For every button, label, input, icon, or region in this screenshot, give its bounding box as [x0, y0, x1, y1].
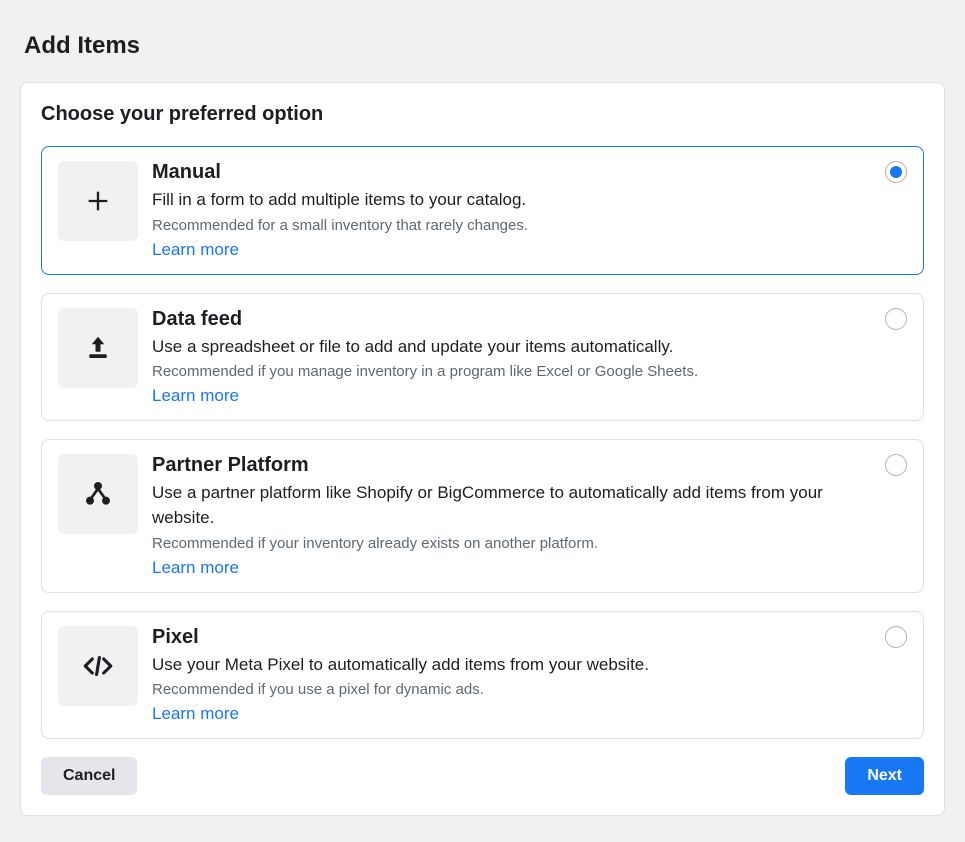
option-radio[interactable]	[885, 308, 907, 330]
option-title: Partner Platform	[152, 454, 867, 477]
option-manual[interactable]: Manual Fill in a form to add multiple it…	[41, 146, 924, 275]
options-card: Choose your preferred option Manual Fill…	[20, 82, 945, 816]
option-recommendation: Recommended for a small inventory that r…	[152, 217, 867, 234]
option-recommendation: Recommended if your inventory already ex…	[152, 535, 867, 552]
network-icon	[58, 454, 138, 534]
option-title: Data feed	[152, 308, 867, 331]
footer-actions: Cancel Next	[41, 757, 924, 795]
learn-more-link[interactable]: Learn more	[152, 386, 239, 406]
learn-more-link[interactable]: Learn more	[152, 704, 239, 724]
option-description: Use a partner platform like Shopify or B…	[152, 481, 867, 530]
page-title: Add Items	[24, 32, 945, 60]
option-content: Manual Fill in a form to add multiple it…	[152, 161, 907, 260]
option-content: Partner Platform Use a partner platform …	[152, 454, 907, 577]
option-content: Pixel Use your Meta Pixel to automatical…	[152, 626, 907, 725]
option-data-feed[interactable]: Data feed Use a spreadsheet or file to a…	[41, 293, 924, 422]
option-description: Use your Meta Pixel to automatically add…	[152, 653, 867, 678]
cancel-button[interactable]: Cancel	[41, 757, 137, 795]
option-radio[interactable]	[885, 161, 907, 183]
learn-more-link[interactable]: Learn more	[152, 240, 239, 260]
option-content: Data feed Use a spreadsheet or file to a…	[152, 308, 907, 407]
upload-icon	[58, 308, 138, 388]
option-radio[interactable]	[885, 626, 907, 648]
options-subtitle: Choose your preferred option	[41, 103, 924, 126]
option-description: Use a spreadsheet or file to add and upd…	[152, 335, 867, 360]
option-recommendation: Recommended if you manage inventory in a…	[152, 363, 867, 380]
next-button[interactable]: Next	[845, 757, 924, 795]
plus-icon	[58, 161, 138, 241]
option-recommendation: Recommended if you use a pixel for dynam…	[152, 681, 867, 698]
code-icon	[58, 626, 138, 706]
option-partner-platform[interactable]: Partner Platform Use a partner platform …	[41, 439, 924, 592]
option-description: Fill in a form to add multiple items to …	[152, 188, 867, 213]
option-title: Manual	[152, 161, 867, 184]
option-title: Pixel	[152, 626, 867, 649]
option-pixel[interactable]: Pixel Use your Meta Pixel to automatical…	[41, 611, 924, 740]
learn-more-link[interactable]: Learn more	[152, 558, 239, 578]
